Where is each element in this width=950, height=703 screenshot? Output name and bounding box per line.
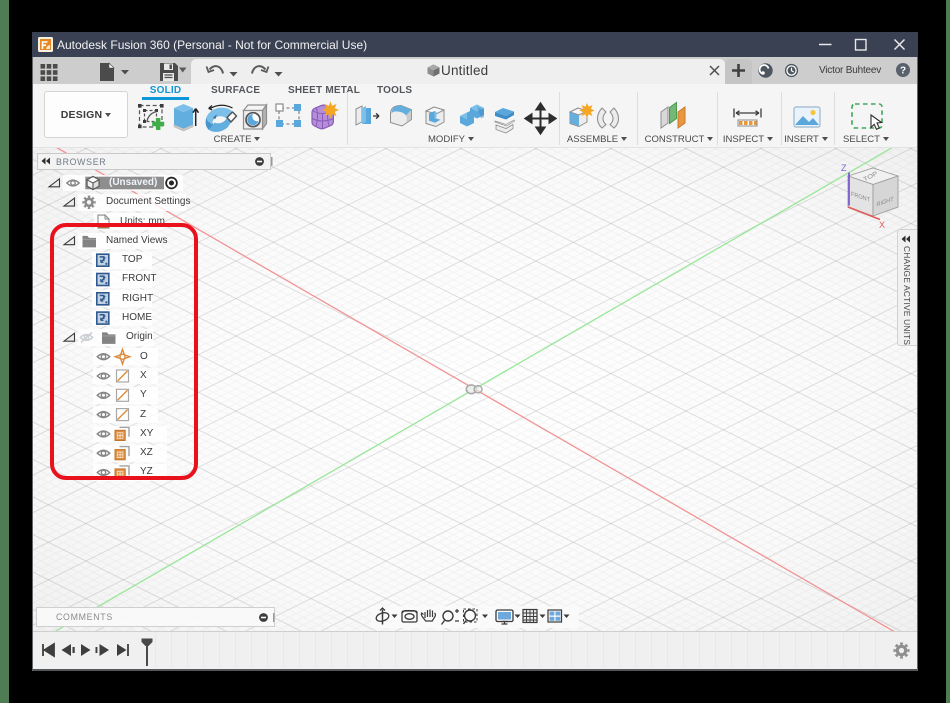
svg-text:?: ? bbox=[900, 66, 906, 77]
svg-text:Z: Z bbox=[841, 163, 847, 173]
svg-text:X: X bbox=[879, 220, 885, 230]
